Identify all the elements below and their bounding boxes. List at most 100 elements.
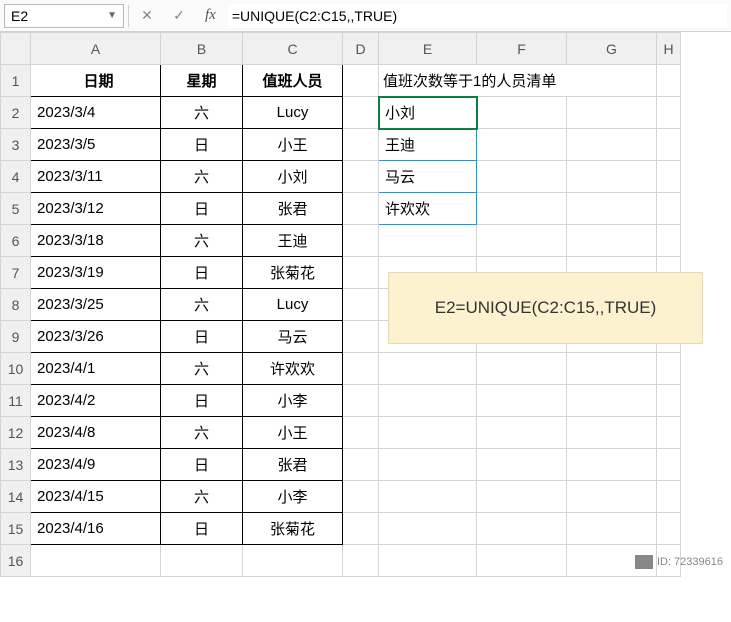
cell[interactable]: 许欢欢 — [379, 193, 477, 225]
cell[interactable] — [657, 65, 681, 97]
cell[interactable]: 小李 — [243, 481, 343, 513]
cell[interactable]: 2023/4/2 — [31, 385, 161, 417]
cell[interactable] — [567, 225, 657, 257]
col-header[interactable]: E — [379, 33, 477, 65]
row-header[interactable]: 13 — [1, 449, 31, 481]
cell[interactable] — [657, 129, 681, 161]
row-header[interactable]: 16 — [1, 545, 31, 577]
cell[interactable] — [567, 417, 657, 449]
cell[interactable]: 小李 — [243, 385, 343, 417]
cell[interactable] — [477, 513, 567, 545]
cell[interactable]: 2023/3/25 — [31, 289, 161, 321]
cell[interactable] — [379, 225, 477, 257]
cell[interactable]: 王迪 — [243, 225, 343, 257]
cell[interactable]: 2023/3/19 — [31, 257, 161, 289]
row-header[interactable]: 10 — [1, 353, 31, 385]
cell[interactable] — [657, 449, 681, 481]
cell[interactable]: 2023/3/4 — [31, 97, 161, 129]
cell[interactable] — [343, 321, 379, 353]
cell[interactable] — [477, 449, 567, 481]
cell[interactable]: 日 — [161, 449, 243, 481]
cell[interactable] — [343, 353, 379, 385]
chevron-down-icon[interactable]: ▼ — [107, 10, 117, 21]
row-header[interactable]: 15 — [1, 513, 31, 545]
cell[interactable]: 张菊花 — [243, 257, 343, 289]
cell[interactable] — [343, 289, 379, 321]
cell[interactable]: 2023/3/26 — [31, 321, 161, 353]
cell[interactable]: 小王 — [243, 129, 343, 161]
name-box[interactable]: E2 ▼ — [4, 4, 124, 28]
cell[interactable]: 六 — [161, 225, 243, 257]
cell[interactable]: 六 — [161, 353, 243, 385]
col-header[interactable]: B — [161, 33, 243, 65]
cancel-icon[interactable]: ✕ — [133, 4, 161, 28]
cell[interactable] — [379, 481, 477, 513]
cell[interactable] — [343, 417, 379, 449]
cell[interactable]: 2023/3/12 — [31, 193, 161, 225]
cell[interactable]: 值班人员 — [243, 65, 343, 97]
cell[interactable]: 2023/3/5 — [31, 129, 161, 161]
cell[interactable]: 六 — [161, 289, 243, 321]
col-header[interactable]: A — [31, 33, 161, 65]
cell[interactable] — [379, 353, 477, 385]
cell[interactable]: 日 — [161, 321, 243, 353]
row-header[interactable]: 14 — [1, 481, 31, 513]
cell[interactable] — [343, 225, 379, 257]
row-header[interactable]: 2 — [1, 97, 31, 129]
cell[interactable]: Lucy — [243, 289, 343, 321]
confirm-icon[interactable]: ✓ — [165, 4, 193, 28]
cell[interactable] — [567, 129, 657, 161]
cell[interactable] — [657, 225, 681, 257]
row-header[interactable]: 4 — [1, 161, 31, 193]
cell[interactable] — [657, 417, 681, 449]
row-header[interactable]: 7 — [1, 257, 31, 289]
cell[interactable]: 马云 — [243, 321, 343, 353]
cell[interactable] — [343, 449, 379, 481]
cell[interactable] — [567, 513, 657, 545]
cell[interactable]: 日 — [161, 129, 243, 161]
cell[interactable]: 2023/4/15 — [31, 481, 161, 513]
col-header[interactable]: D — [343, 33, 379, 65]
cell[interactable] — [477, 97, 567, 129]
cell[interactable] — [657, 513, 681, 545]
cell[interactable]: 许欢欢 — [243, 353, 343, 385]
cell[interactable] — [657, 353, 681, 385]
col-header[interactable]: H — [657, 33, 681, 65]
cell[interactable] — [477, 161, 567, 193]
spreadsheet-grid[interactable]: A B C D E F G H 1 日期 星期 值班人员 值班次数等于1的人员清… — [0, 32, 731, 577]
cell[interactable]: 日期 — [31, 65, 161, 97]
cell[interactable]: 2023/3/18 — [31, 225, 161, 257]
cell[interactable] — [567, 353, 657, 385]
cell[interactable] — [657, 97, 681, 129]
col-header[interactable]: F — [477, 33, 567, 65]
col-header[interactable]: G — [567, 33, 657, 65]
cell[interactable]: 2023/4/1 — [31, 353, 161, 385]
cell[interactable]: 2023/4/8 — [31, 417, 161, 449]
cell[interactable] — [567, 97, 657, 129]
cell[interactable] — [379, 545, 477, 577]
cell[interactable] — [343, 65, 379, 97]
cell[interactable] — [477, 481, 567, 513]
cell[interactable] — [161, 545, 243, 577]
cell[interactable] — [477, 417, 567, 449]
cell[interactable] — [343, 481, 379, 513]
row-header[interactable]: 1 — [1, 65, 31, 97]
active-cell[interactable]: 小刘 — [379, 97, 477, 129]
cell[interactable] — [343, 161, 379, 193]
cell[interactable] — [379, 385, 477, 417]
cell[interactable]: 六 — [161, 481, 243, 513]
cell[interactable]: 张君 — [243, 449, 343, 481]
cell[interactable] — [379, 417, 477, 449]
cell[interactable] — [657, 193, 681, 225]
cell[interactable] — [657, 481, 681, 513]
fx-icon[interactable]: fx — [197, 7, 224, 24]
cell[interactable]: 2023/4/9 — [31, 449, 161, 481]
cell[interactable]: 张菊花 — [243, 513, 343, 545]
cell[interactable]: Lucy — [243, 97, 343, 129]
cell[interactable] — [477, 545, 567, 577]
cell[interactable] — [477, 225, 567, 257]
cell[interactable]: 王迪 — [379, 129, 477, 161]
col-header[interactable]: C — [243, 33, 343, 65]
cell[interactable]: 日 — [161, 257, 243, 289]
cell[interactable]: 日 — [161, 385, 243, 417]
